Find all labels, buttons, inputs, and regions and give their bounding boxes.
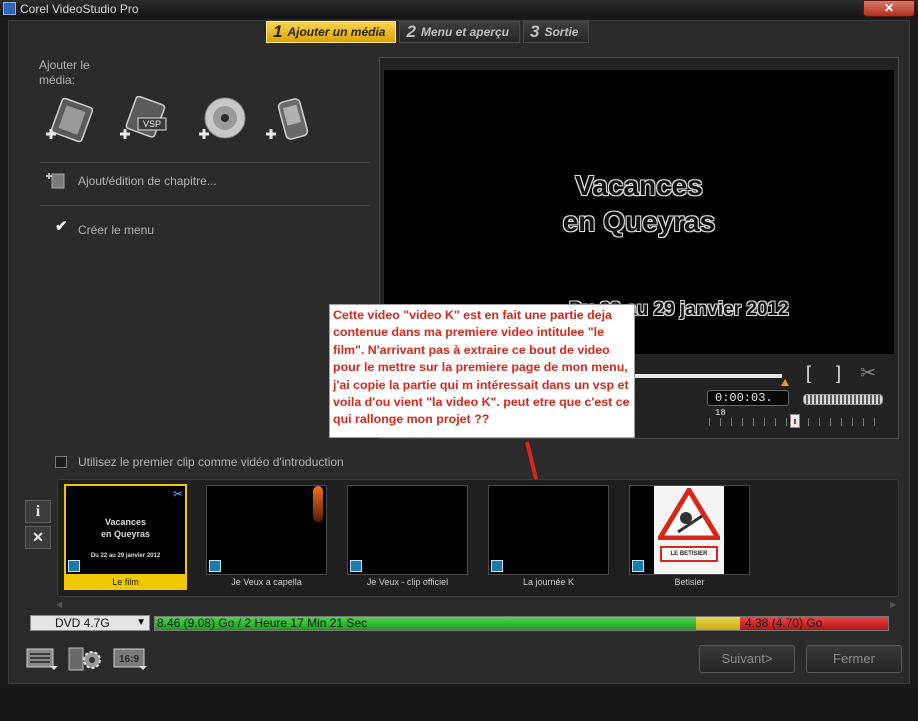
film-icon	[68, 560, 80, 572]
check-icon: ✔	[55, 218, 68, 235]
mini-title-line2: en Queyras	[100, 529, 151, 539]
clip-frame: LE BETISIER	[629, 485, 750, 575]
warning-sign-icon	[658, 488, 720, 540]
clip-label: Le film	[64, 575, 187, 590]
clip-thumbnail[interactable]: LE BETISIER Betisier	[628, 484, 751, 592]
info-button[interactable]: i	[25, 500, 51, 523]
divider	[40, 205, 370, 206]
add-mobile-device-icon[interactable]	[262, 96, 318, 144]
timecode-display[interactable]: 0:00:03. 18	[707, 390, 789, 418]
intro-clip-checkbox[interactable]	[55, 456, 67, 468]
aspect-ratio-label: 16:9	[119, 654, 139, 665]
film-icon	[491, 560, 503, 572]
gear-icon[interactable]	[68, 646, 104, 672]
trim-scissors-icon[interactable]: ✂	[173, 487, 183, 501]
clip-label: Betisier	[674, 577, 705, 587]
chevron-down-icon: ▼	[136, 617, 146, 628]
mini-title-line1: Vacances	[104, 517, 147, 527]
betisier-sign: LE BETISIER	[660, 546, 718, 562]
close-button[interactable]: Fermer	[806, 645, 902, 673]
scroll-right-icon[interactable]: ▶	[890, 600, 896, 609]
app-icon	[3, 2, 16, 15]
chapter-edit-link[interactable]: Ajout/édition de chapitre...	[78, 174, 217, 188]
add-disc-icon[interactable]	[195, 96, 251, 144]
disc-capacity-bar: 8.46 (9.08) Go / 2 Heure 17 Min 21 Sec 4…	[154, 616, 889, 631]
tab-output[interactable]: 3 Sortie	[522, 21, 590, 43]
window-close-button[interactable]: ✕	[863, 0, 915, 17]
vsp-label: VSP	[143, 119, 161, 129]
disc-type-select[interactable]: DVD 4.7G ▼	[30, 615, 150, 631]
preview-title-line2: en Queyras	[562, 206, 716, 237]
mini-date-line: Du 22 au 29 janvier 2012	[90, 553, 161, 559]
capacity-warning-fill	[695, 617, 740, 630]
clip-frame	[488, 485, 609, 575]
tab-menu-preview[interactable]: 2 Menu et aperçu	[399, 21, 520, 43]
intro-clip-label: Utilisez le premier clip comme vidéo d'i…	[78, 455, 344, 469]
film-icon	[632, 560, 644, 572]
annotation-note: Cette video "video K" est en fait une pa…	[329, 304, 635, 438]
clip-label: Je Veux - clip officiel	[366, 577, 449, 587]
step-tabs: 1 Ajouter un média 2 Menu et aperçu 3 Sorti…	[266, 21, 592, 43]
window-title: Corel VideoStudio Pro	[20, 2, 139, 16]
clip-frame: Vacances en Queyras Du 22 au 29 janvier …	[64, 484, 187, 576]
title-bar: Corel VideoStudio Pro ✕	[0, 0, 918, 18]
clip-thumbnail[interactable]: La journée K	[487, 484, 610, 592]
add-vsp-icon[interactable]: VSP	[114, 96, 170, 144]
next-button[interactable]: Suivant>	[699, 645, 795, 673]
capacity-used-text: 8.46 (9.08) Go / 2 Heure 17 Min 21 Sec	[157, 616, 368, 630]
create-menu-label: Créer le menu	[78, 223, 155, 237]
scrub-bar[interactable]	[634, 374, 782, 378]
create-menu-checkbox[interactable]: ✔	[55, 219, 68, 236]
mark-out-button[interactable]: ]	[836, 363, 841, 384]
scrub-marker[interactable]	[781, 379, 789, 386]
chapter-icon	[46, 173, 65, 189]
clip-thumbnail[interactable]: Je Veux a capella	[205, 484, 328, 592]
divider	[40, 162, 370, 163]
clip-label: Je Veux a capella	[231, 577, 302, 587]
clip-frame	[347, 485, 468, 575]
taskbar-strip	[0, 688, 918, 721]
volume-slider-knob[interactable]	[790, 414, 800, 428]
clip-label: La journée K	[522, 577, 575, 587]
scroll-left-icon[interactable]: ◀	[56, 600, 62, 609]
mark-in-button[interactable]: [	[806, 363, 811, 384]
capacity-remaining-text: 4.38 (4.70) Go	[745, 616, 823, 630]
preview-title-line1: Vacances	[575, 170, 703, 201]
project-settings-icon[interactable]	[26, 646, 60, 672]
delete-button[interactable]: ✕	[25, 526, 51, 549]
film-icon	[350, 560, 362, 572]
clip-thumbnail[interactable]: Je Veux - clip officiel	[346, 484, 469, 592]
tab-add-media[interactable]: 1 Ajouter un média	[266, 21, 397, 43]
add-video-icon[interactable]	[40, 96, 96, 144]
scissors-icon[interactable]: ✂	[860, 362, 876, 385]
add-media-label: Ajouter le média:	[39, 58, 90, 87]
film-icon	[209, 560, 221, 572]
clip-frame	[206, 485, 327, 575]
aspect-ratio-icon[interactable]: 16:9	[113, 646, 149, 672]
jog-wheel[interactable]	[803, 394, 883, 405]
clip-thumbnail[interactable]: Vacances en Queyras Du 22 au 29 janvier …	[64, 484, 187, 592]
